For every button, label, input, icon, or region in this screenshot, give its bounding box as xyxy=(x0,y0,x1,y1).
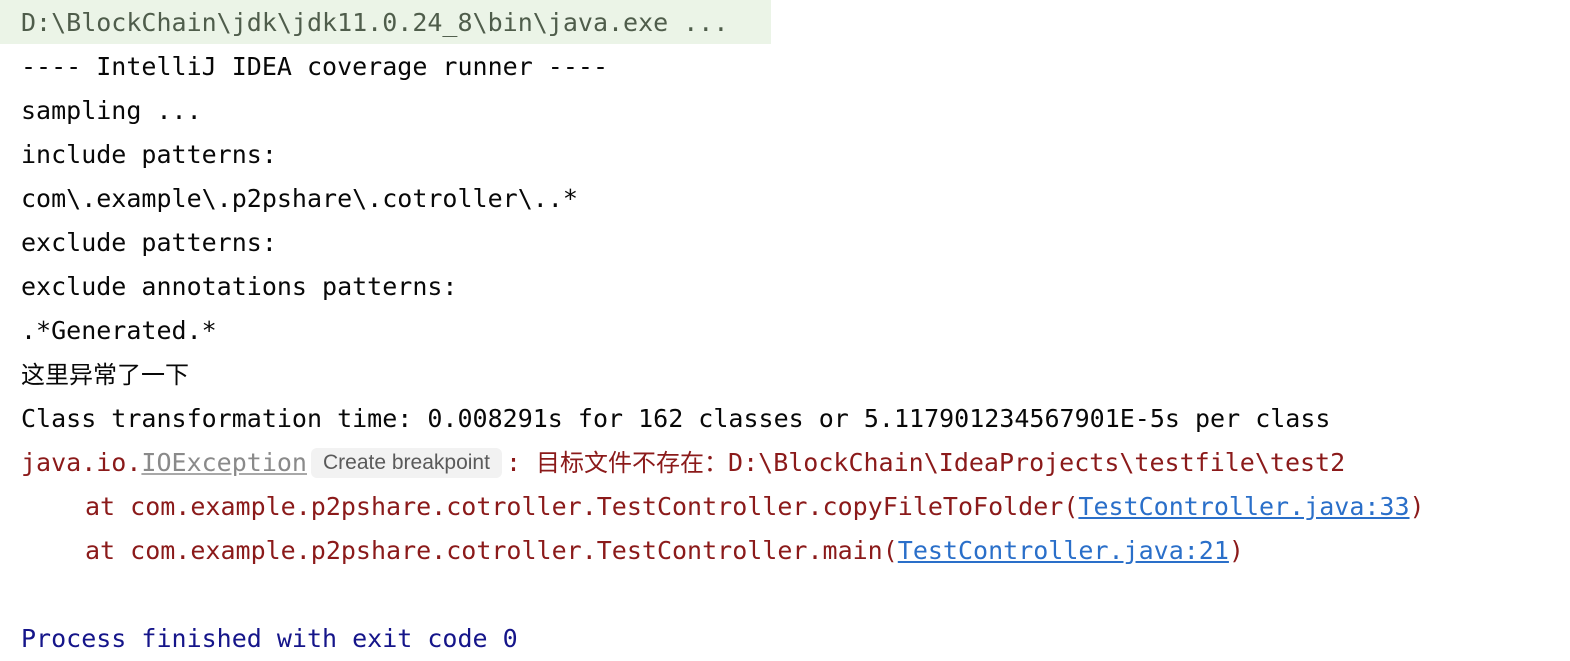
stack-frame-suffix: ) xyxy=(1409,492,1425,521)
output-line-transformation-time: Class transformation time: 0.008291s for… xyxy=(21,404,1331,433)
exception-separator: : xyxy=(505,448,537,477)
output-line-generated-pattern: .*Generated.* xyxy=(21,316,217,345)
stack-frame-text: at com.example.p2pshare.cotroller.TestCo… xyxy=(85,536,898,565)
output-line-exclude-annotations-label: exclude annotations patterns: xyxy=(21,272,458,301)
exception-message-path: D:\BlockChain\IdeaProjects\testfile\test… xyxy=(728,448,1346,477)
output-line-exclude-label: exclude patterns: xyxy=(21,228,277,257)
command-line[interactable]: D:\BlockChain\jdk\jdk11.0.24_8\bin\java.… xyxy=(21,1,728,45)
stack-frame-suffix: ) xyxy=(1228,536,1244,565)
stack-trace-line: at com.example.p2pshare.cotroller.TestCo… xyxy=(85,485,1425,529)
stack-frame-source-link[interactable]: TestController.java:21 xyxy=(898,536,1229,565)
run-console-output[interactable]: D:\BlockChain\jdk\jdk11.0.24_8\bin\java.… xyxy=(0,0,1570,661)
output-line-include-pattern: com\.example\.p2pshare\.cotroller\..* xyxy=(21,184,578,213)
exception-class-link[interactable]: IOException xyxy=(141,448,307,477)
output-line-cn-message: 这里异常了一下 xyxy=(21,361,189,389)
output-line-runner-header: ---- IntelliJ IDEA coverage runner ---- xyxy=(21,52,608,81)
process-exit-line: Process finished with exit code 0 xyxy=(21,624,518,653)
create-breakpoint-button[interactable]: Create breakpoint xyxy=(311,448,502,478)
exception-message-cn: 目标文件不存在： xyxy=(536,449,729,477)
stack-trace-line: at com.example.p2pshare.cotroller.TestCo… xyxy=(85,529,1244,573)
stack-frame-text: at com.example.p2pshare.cotroller.TestCo… xyxy=(85,492,1079,521)
exception-line: java.io.IOException Create breakpoint: 目标… xyxy=(21,441,1345,485)
output-line-sampling: sampling ... xyxy=(21,96,202,125)
output-line-include-label: include patterns: xyxy=(21,140,277,169)
stack-frame-source-link[interactable]: TestController.java:33 xyxy=(1078,492,1409,521)
exception-package: java.io. xyxy=(21,448,142,477)
